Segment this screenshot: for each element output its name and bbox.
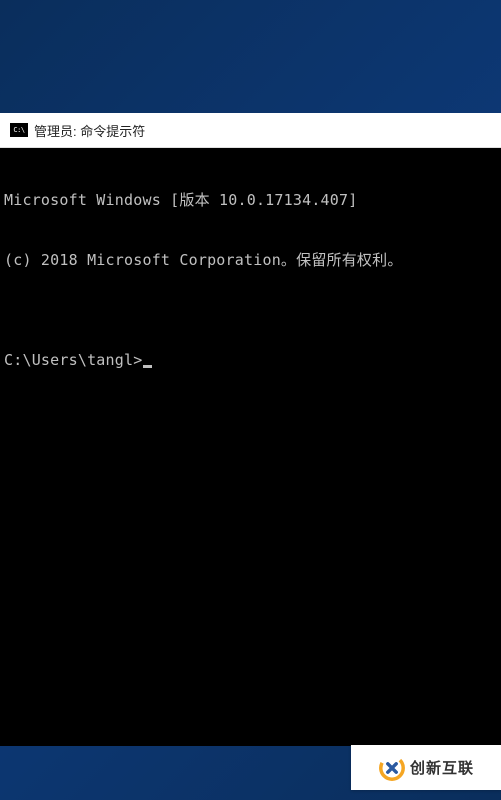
terminal-cursor bbox=[143, 365, 152, 368]
terminal-prompt: C:\Users\tangl> bbox=[4, 350, 142, 370]
window-titlebar[interactable]: C:\ 管理员: 命令提示符 bbox=[0, 113, 501, 148]
watermark-text: 创新互联 bbox=[410, 757, 474, 778]
terminal-area[interactable]: Microsoft Windows [版本 10.0.17134.407] (c… bbox=[0, 148, 501, 746]
watermark-badge: 创新互联 bbox=[351, 745, 501, 790]
terminal-prompt-line: C:\Users\tangl> bbox=[4, 350, 497, 370]
command-prompt-window: C:\ 管理员: 命令提示符 Microsoft Windows [版本 10.… bbox=[0, 113, 501, 746]
cmd-icon-text: C:\ bbox=[13, 126, 24, 134]
window-title: 管理员: 命令提示符 bbox=[34, 121, 145, 140]
terminal-output-line: (c) 2018 Microsoft Corporation。保留所有权利。 bbox=[4, 250, 497, 270]
watermark-logo-icon bbox=[378, 754, 406, 782]
cmd-icon: C:\ bbox=[10, 123, 28, 137]
terminal-output-line: Microsoft Windows [版本 10.0.17134.407] bbox=[4, 190, 497, 210]
